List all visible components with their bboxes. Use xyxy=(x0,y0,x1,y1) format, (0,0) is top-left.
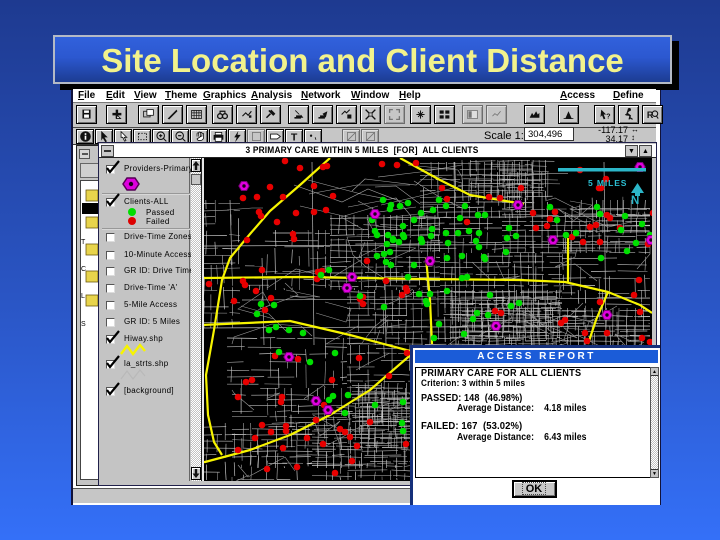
svg-text:S: S xyxy=(81,321,86,328)
svg-text:5 MILES: 5 MILES xyxy=(588,178,627,188)
svg-text:N: N xyxy=(631,195,639,207)
svg-text:C: C xyxy=(81,266,86,273)
svg-text:T: T xyxy=(81,239,86,246)
svg-text:?: ? xyxy=(606,112,611,121)
svg-text:L: L xyxy=(81,293,85,300)
